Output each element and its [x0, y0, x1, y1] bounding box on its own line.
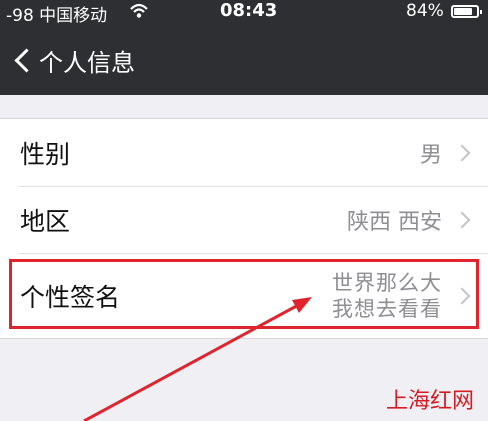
row-label: 地区 [20, 206, 71, 236]
chevron-left-icon [14, 47, 39, 73]
battery-fill [454, 8, 472, 15]
signature-line-1: 世界那么大 [332, 270, 442, 295]
chevron-right-icon [453, 211, 471, 228]
chevron-right-icon [453, 144, 471, 161]
carrier-label: -98 中国移动 [6, 6, 108, 26]
status-bar: -98 中国移动 08:43 84% [0, 0, 488, 26]
battery-percent: 84% [406, 1, 444, 21]
settings-list: 性别 男 地区 陕西 西安 个性签名 世界那么大 我想去看看 [0, 118, 488, 339]
row-label: 性别 [20, 139, 71, 169]
row-value: 男 [419, 142, 442, 168]
row-region[interactable]: 地区 陕西 西安 [0, 186, 488, 253]
row-label: 个性签名 [20, 282, 121, 312]
battery-icon [451, 5, 482, 18]
battery-tip [480, 10, 482, 14]
row-gender[interactable]: 性别 男 [0, 119, 488, 186]
chevron-right-icon [453, 287, 471, 304]
row-value: 陕西 西安 [347, 209, 442, 235]
wifi-icon [130, 3, 148, 18]
nav-bar: 个人信息 [0, 26, 488, 95]
top-bar: -98 中国移动 08:43 84% 个人信息 [0, 0, 488, 95]
watermark: 上海红网 [385, 389, 474, 414]
clock: 08:43 [220, 0, 278, 21]
row-signature[interactable]: 个性签名 世界那么大 我想去看看 [0, 253, 488, 338]
signature-value: 世界那么大 我想去看看 [332, 270, 442, 322]
back-label: 个人信息 [39, 48, 135, 77]
signature-line-2: 我想去看看 [332, 296, 442, 321]
back-button[interactable]: 个人信息 [10, 40, 135, 80]
